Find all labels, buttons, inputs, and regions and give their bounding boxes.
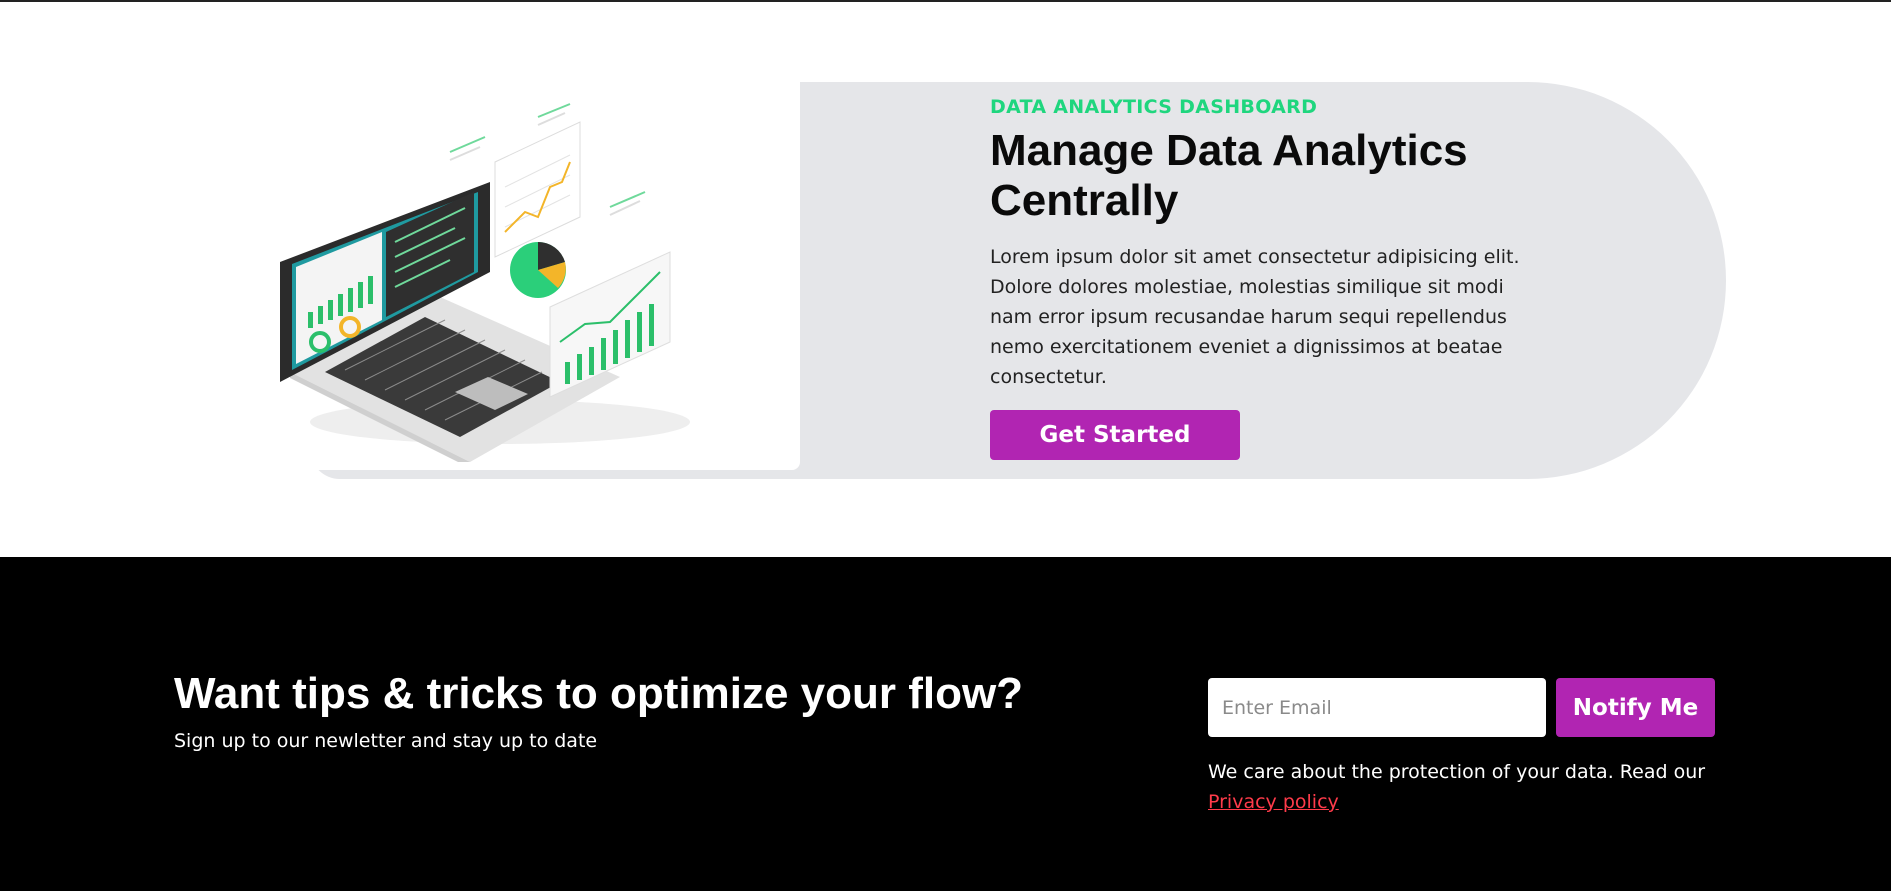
hero-title: Manage Data Analytics Centrally [990,126,1468,225]
privacy-text: We care about the protection of your dat… [1208,761,1706,783]
hero-text-block: DATA ANALYTICS DASHBOARD Manage Data Ana… [990,96,1550,460]
privacy-notice: We care about the protection of your dat… [1208,757,1728,817]
newsletter-title: Want tips & tricks to optimize your flow… [174,669,1024,718]
privacy-policy-link[interactable]: Privacy policy [1208,791,1339,813]
hero-eyebrow: DATA ANALYTICS DASHBOARD [990,96,1318,118]
laptop-analytics-illustration [280,103,690,462]
notify-me-button[interactable]: Notify Me [1556,678,1715,737]
newsletter-section: Want tips & tricks to optimize your flow… [0,557,1891,891]
hero-description: Lorem ipsum dolor sit amet consectetur a… [990,246,1520,388]
hero-section: DATA ANALYTICS DASHBOARD Manage Data Ana… [0,2,1891,557]
email-input[interactable] [1208,678,1546,737]
get-started-button[interactable]: Get Started [990,410,1240,460]
newsletter-subtitle: Sign up to our newletter and stay up to … [174,730,598,752]
